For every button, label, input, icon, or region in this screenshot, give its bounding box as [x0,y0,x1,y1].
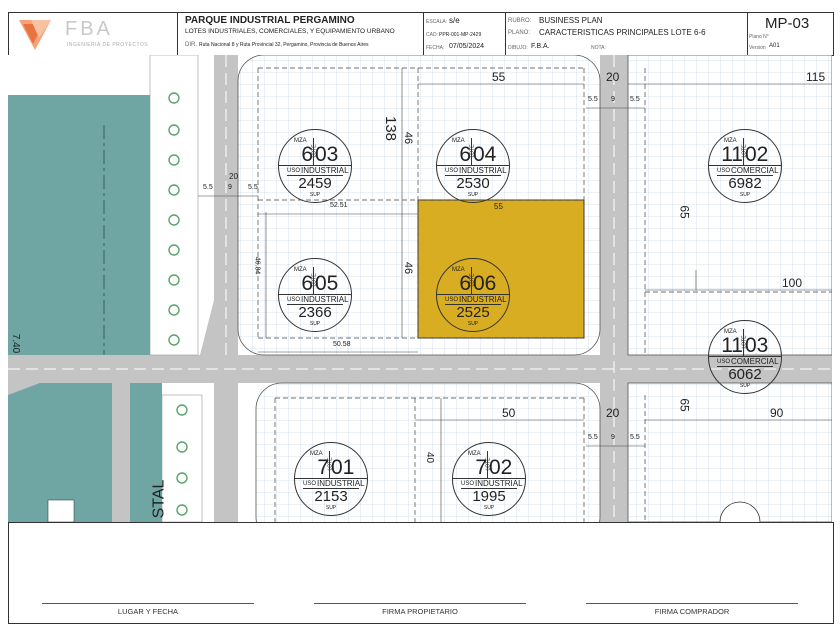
logo-subtitle: INGENIERIA DE PROYECTOS [67,42,149,48]
lot-uso-label: USO [303,481,317,487]
cad-value: PPR-001-MP-2429 [439,32,482,38]
lot-uso-value: INDUSTRIAL [459,166,507,175]
plano-label: PLANO: [508,30,531,36]
cad-label: CAD: [426,32,438,38]
plano-value: CARACTERISTICAS PRINCIPALES LOTE 6-6 [539,28,706,37]
rubro-value: BUSINESS PLAN [539,16,603,25]
signature-label-propietario: FIRMA PROPIETARIO [382,607,458,616]
fecha-value: 07/05/2024 [449,43,485,50]
lot-uso-label: USO [717,168,731,174]
lot-area-value: 2530 [456,175,490,192]
lot-area-value: 2153 [314,488,348,505]
lot-uso-value: COMERCIAL [731,357,779,366]
lot-area-value: 2366 [298,304,332,321]
sheet-number-cell: MP-03 Plano N° Version A01 [747,13,833,55]
lot-uso-label: USO [445,297,459,303]
lot-number: 06 [473,272,497,295]
sheet-code: MP-03 [765,15,810,32]
lot-sup-label: SUP [325,505,337,511]
signature-line [314,603,526,604]
escala-label: ESCALA: [426,19,448,25]
lot-area-value: 6062 [728,366,762,383]
lot-markers: MZA 6 LOTE 03 USO INDUSTRIAL 2459 SUP MZ… [8,55,832,522]
lot-sup-label: SUP [309,192,321,198]
lot-number: 03 [315,143,339,166]
lot-uso-label: USO [461,481,475,487]
lot-marker[interactable]: MZA 11 LOTE 02 USO COMERCIAL 6982 SUP [708,129,782,203]
logo-cell: FBA INGENIERIA DE PROYECTOS [9,13,178,55]
signature-line [586,603,798,604]
lot-marker[interactable]: MZA 6 LOTE 04 USO INDUSTRIAL 2530 SUP [436,129,510,203]
lot-uso-value: INDUSTRIAL [459,295,507,304]
plan-map[interactable]: 55 138 46 20 115 5.5 20 9 5.5 5.5 9 5.5 … [8,55,832,522]
fecha-label: FECHA: [426,45,445,51]
dir-value: Ruta Nacional 8 y Ruta Provincial 32, Pe… [199,42,369,48]
lot-sup-label: SUP [467,321,479,327]
title-block: FBA INGENIERIA DE PROYECTOS PARQUE INDUS… [8,12,834,56]
lot-mza-value: 11 [721,334,743,357]
lot-marker[interactable]: MZA 7 LOTE 01 USO INDUSTRIAL 2153 SUP [294,442,368,516]
lot-marker[interactable]: MZA 6 LOTE 06 USO INDUSTRIAL 2525 SUP [436,258,510,332]
dibujo-value: F.B.A. [531,43,550,50]
rubro-label: RUBRO: [508,18,532,24]
lot-sup-label: SUP [739,383,751,389]
lot-area-value: 1995 [472,488,506,505]
escala-value: s/e [449,16,460,25]
lot-number: 02 [489,456,513,479]
lot-number: 01 [331,456,355,479]
lot-uso-label: USO [287,297,301,303]
project-title: PARQUE INDUSTRIAL PERGAMINO [185,15,355,26]
lot-area-value: 6982 [728,175,762,192]
lot-uso-label: USO [445,168,459,174]
lot-number: 02 [745,143,769,166]
lot-marker[interactable]: MZA 11 LOTE 03 USO COMERCIAL 6062 SUP [708,320,782,394]
version-label: Version [749,45,766,51]
escala-cell: ESCALA: s/e CAD: PPR-001-MP-2429 FECHA: … [423,13,506,55]
plano-n-label: Plano N° [749,34,769,40]
project-subtitle: LOTES INDUSTRIALES, COMERCIALES, Y EQUIP… [185,28,395,35]
lot-uso-label: USO [287,168,301,174]
lot-uso-value: INDUSTRIAL [301,295,349,304]
signature-line [42,603,254,604]
lot-uso-value: COMERCIAL [731,166,779,175]
lot-uso-value: INDUSTRIAL [317,479,365,488]
dibujo-label: DIBUJO: [508,45,528,51]
lot-number: 05 [315,272,339,295]
lot-number: 04 [473,143,497,166]
lot-marker[interactable]: MZA 6 LOTE 05 USO INDUSTRIAL 2366 SUP [278,258,352,332]
logo-text: FBA [65,18,113,40]
version-value: A01 [769,43,780,49]
lot-uso-value: INDUSTRIAL [301,166,349,175]
plano-cell: RUBRO: BUSINESS PLAN PLANO: CARACTERISTI… [505,13,748,55]
lot-number: 03 [745,334,769,357]
lot-sup-label: SUP [483,505,495,511]
dir-label: DIR. [185,42,197,48]
project-cell: PARQUE INDUSTRIAL PERGAMINO LOTES INDUST… [177,13,424,55]
lot-mza-value: 11 [721,143,743,166]
signature-block: LUGAR Y FECHA FIRMA PROPIETARIO FIRMA CO… [8,522,834,624]
lot-area-value: 2459 [298,175,332,192]
lot-uso-label: USO [717,359,731,365]
signature-label-comprador: FIRMA COMPRADOR [654,607,730,616]
lot-sup-label: SUP [739,192,751,198]
fba-logo-icon [19,20,51,50]
lot-marker[interactable]: MZA 7 LOTE 02 USO INDUSTRIAL 1995 SUP [452,442,526,516]
signature-label-lugar-fecha: LUGAR Y FECHA [117,607,179,616]
lot-sup-label: SUP [309,321,321,327]
nota-label: NOTA: [591,45,606,51]
lot-area-value: 2525 [456,304,490,321]
lot-uso-value: INDUSTRIAL [475,479,523,488]
plan-sheet: FBA INGENIERIA DE PROYECTOS PARQUE INDUS… [0,0,840,630]
lot-marker[interactable]: MZA 6 LOTE 03 USO INDUSTRIAL 2459 SUP [278,129,352,203]
lot-sup-label: SUP [467,192,479,198]
